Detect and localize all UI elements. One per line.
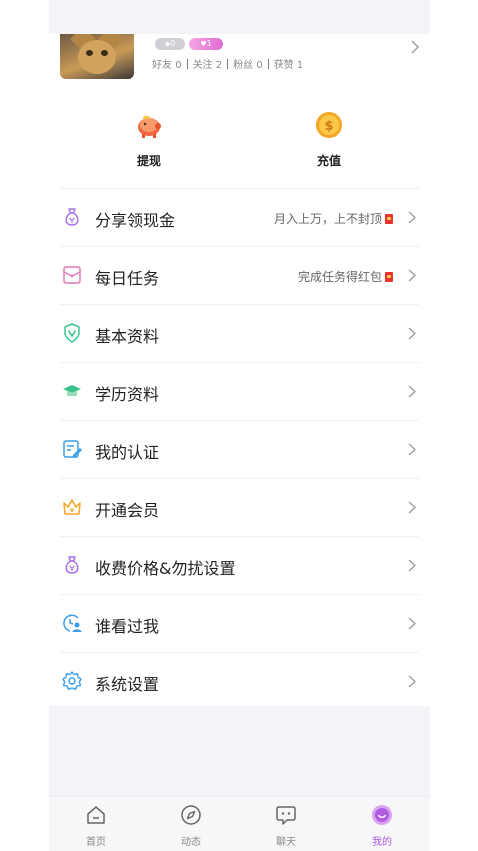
tab-mine[interactable]: 我的 [352,804,412,848]
menu-item-basic-info[interactable]: 基本资料 [60,305,419,363]
graduation-cap-icon [63,385,81,397]
withdraw-label: 提现 [136,154,161,168]
chevron-right-icon [408,211,416,224]
profile-header[interactable]: ◆0 ♥1 好友 0 关注 2 粉丝 0 获赞 1 [49,34,430,94]
menu-item-label: 每日任务 [95,269,160,288]
chat-bubble-icon [276,806,296,825]
tab-home[interactable]: 首页 [66,804,126,848]
friends-stat[interactable]: 好友 0 [152,60,182,71]
piggy-bank-icon [138,116,161,138]
menu-item-label: 开通会员 [95,501,160,520]
bottom-tab-bar: 首页 动态 聊天 我的 [49,796,430,851]
menu-item-vip[interactable]: 开通会员 [60,479,419,537]
tab-moments[interactable]: 动态 [161,804,221,848]
chevron-right-icon [408,675,416,688]
empty-area [49,706,430,796]
tab-label: 聊天 [276,837,296,848]
tab-label: 首页 [86,837,106,848]
money-bag-icon [65,208,79,226]
menu-item-certification[interactable]: 我的认证 [60,421,419,479]
menu-item-daily-tasks[interactable]: 每日任务 完成任务得红包 [60,247,419,305]
heart-level-badge: ♥1 [189,38,223,50]
coin-icon: $ [316,112,342,138]
chevron-right-icon [408,327,416,340]
app-screen: ◆0 ♥1 好友 0 关注 2 粉丝 0 获赞 1 提现 $ 充值 分享领现金 … [49,0,430,851]
crown-icon [63,499,81,515]
menu-item-label: 学历资料 [95,385,160,404]
menu-item-share-cash[interactable]: 分享领现金 月入上万，上不封顶 [60,189,419,247]
chevron-right-icon [408,443,416,456]
menu-item-desc: 月入上万，上不封顶 [274,210,393,227]
compass-icon [181,805,201,825]
smiley-icon [372,805,392,825]
likes-stat[interactable]: 获赞 1 [274,60,304,71]
withdraw-button[interactable]: 提现 [109,110,189,169]
chevron-right-icon[interactable] [410,40,420,54]
menu-item-label: 系统设置 [95,675,160,694]
menu-item-settings[interactable]: 系统设置 [60,653,419,710]
menu-list: 分享领现金 月入上万，上不封顶 每日任务 完成任务得红包 基本资料 学历资料 我… [49,189,430,710]
chevron-right-icon [408,385,416,398]
diamond-level-badge: ◆0 [155,38,185,50]
quick-actions: 提现 $ 充值 [49,110,430,188]
menu-item-pricing-dnd[interactable]: 收费价格&勿扰设置 [60,537,419,595]
recharge-label: 充值 [316,154,341,168]
profile-stats: 好友 0 关注 2 粉丝 0 获赞 1 [152,56,303,71]
top-band [49,0,430,34]
home-icon [87,806,105,824]
following-stat[interactable]: 关注 2 [193,60,223,71]
chevron-right-icon [408,559,416,572]
visitor-icon [63,614,82,632]
chevron-right-icon [408,617,416,630]
avatar[interactable] [60,34,134,79]
recharge-button[interactable]: $ 充值 [289,110,369,169]
menu-item-label: 基本资料 [95,327,160,346]
gear-icon [62,671,82,690]
tab-chat[interactable]: 聊天 [256,804,316,848]
envelope-icon [63,266,81,284]
shield-v-icon [64,323,80,343]
menu-item-label: 谁看过我 [95,617,160,636]
menu-item-label: 收费价格&勿扰设置 [95,559,236,578]
chevron-right-icon [408,269,416,282]
fans-stat[interactable]: 粉丝 0 [233,60,263,71]
chevron-right-icon [408,501,416,514]
menu-item-label: 我的认证 [95,443,160,462]
red-packet-icon [385,214,393,224]
menu-item-visitors[interactable]: 谁看过我 [60,595,419,653]
certificate-edit-icon [63,440,82,458]
tab-label: 动态 [181,837,201,848]
svg-text:$: $ [324,119,333,134]
menu-item-label: 分享领现金 [95,211,176,230]
menu-item-education[interactable]: 学历资料 [60,363,419,421]
tab-label: 我的 [372,837,392,848]
red-packet-icon [385,272,393,282]
menu-item-desc: 完成任务得红包 [298,268,393,285]
money-bag-icon [65,556,79,574]
